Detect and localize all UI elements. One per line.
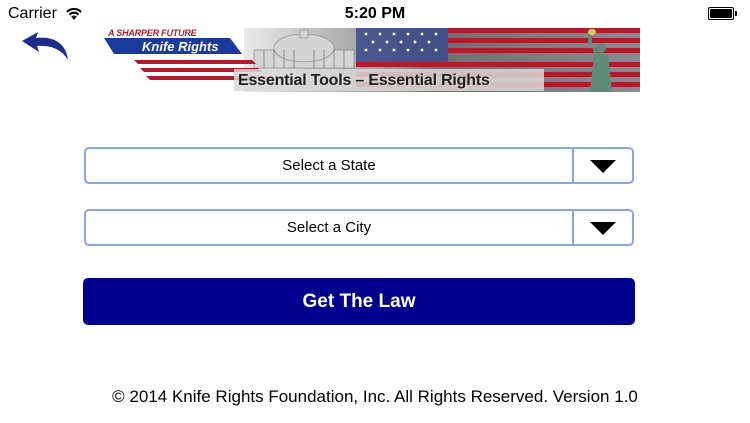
battery-icon: [708, 7, 738, 20]
status-time: 5:20 PM: [344, 5, 406, 22]
state-select-divider: [572, 149, 574, 182]
knife-rights-logo: Knife Rights: [142, 39, 219, 54]
get-the-law-button[interactable]: Get The Law: [83, 278, 635, 325]
banner-tagline: A SHARPER FUTURE: [108, 28, 197, 38]
status-bar: Carrier 5:20 PM: [0, 0, 750, 28]
state-select[interactable]: Select a State: [84, 147, 634, 184]
city-select-value: Select a City: [286, 219, 372, 236]
triangle-down-icon[interactable]: [590, 160, 616, 173]
city-select-divider: [572, 211, 574, 244]
state-select-value: Select a State: [282, 157, 376, 174]
back-arrow-icon[interactable]: [18, 30, 70, 64]
banner: A SHARPER FUTURE Knife Rights Essential …: [104, 28, 640, 92]
copyright-footer: © 2014 Knife Rights Foundation, Inc. All…: [112, 387, 638, 406]
triangle-down-icon[interactable]: [590, 222, 616, 235]
city-select[interactable]: Select a City: [84, 209, 634, 246]
banner-slogan: Essential Tools – Essential Rights: [238, 72, 490, 89]
